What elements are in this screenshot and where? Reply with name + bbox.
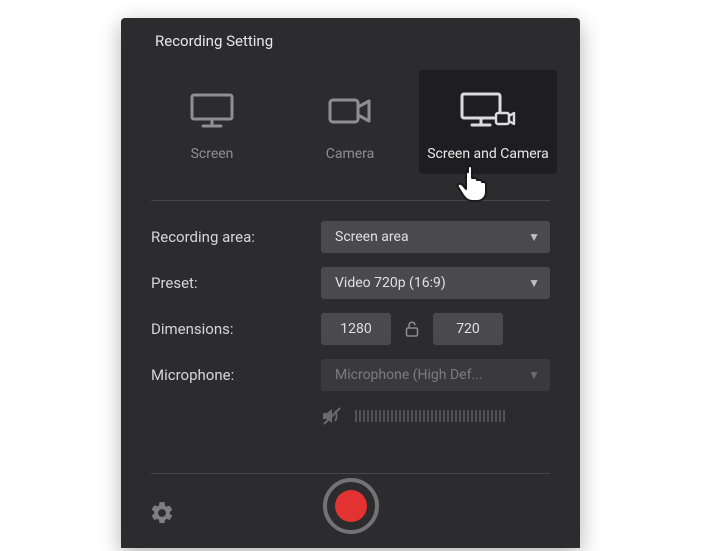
select-value: Video 720p (16:9) (335, 275, 446, 291)
monitor-icon (189, 70, 235, 146)
microphone-label: Microphone: (151, 366, 321, 384)
recording-settings-panel: Recording Setting Screen (121, 18, 580, 548)
width-value: 1280 (340, 321, 371, 337)
record-button[interactable] (323, 478, 379, 534)
mode-tab-screen[interactable]: Screen (143, 70, 281, 174)
mode-tab-screen-and-camera[interactable]: Screen and Camera (419, 70, 557, 174)
mode-label: Screen (191, 146, 234, 174)
panel-title: Recording Setting (155, 32, 273, 50)
audio-level-meter (355, 410, 550, 422)
height-input[interactable]: 720 (433, 313, 503, 345)
mute-toggle[interactable] (321, 406, 343, 426)
width-input[interactable]: 1280 (321, 313, 391, 345)
camera-icon (327, 70, 373, 146)
gear-icon (149, 500, 175, 526)
speaker-muted-icon (321, 406, 343, 426)
settings-button[interactable] (149, 500, 175, 526)
lock-open-icon (404, 320, 420, 338)
bottom-bar (121, 474, 580, 548)
divider (151, 200, 550, 201)
recording-area-select[interactable]: Screen area ▼ (321, 221, 550, 253)
recording-mode-tabs: Screen Camera (143, 70, 558, 174)
preset-label: Preset: (151, 274, 321, 292)
select-value: Screen area (335, 229, 409, 245)
microphone-select[interactable]: Microphone (High Def... ▼ (321, 359, 550, 391)
height-value: 720 (456, 321, 480, 337)
mode-label: Camera (326, 146, 375, 174)
select-value: Microphone (High Def... (335, 367, 483, 383)
lock-aspect-toggle[interactable] (401, 315, 423, 343)
record-icon (335, 490, 367, 522)
monitor-camera-icon (459, 70, 517, 146)
chevron-down-icon: ▼ (528, 276, 540, 290)
mode-tab-camera[interactable]: Camera (281, 70, 419, 174)
recording-area-label: Recording area: (151, 228, 321, 246)
mode-label: Screen and Camera (427, 146, 549, 174)
chevron-down-icon: ▼ (528, 230, 540, 244)
chevron-down-icon: ▼ (528, 368, 540, 382)
preset-select[interactable]: Video 720p (16:9) ▼ (321, 267, 550, 299)
dimensions-label: Dimensions: (151, 320, 321, 338)
